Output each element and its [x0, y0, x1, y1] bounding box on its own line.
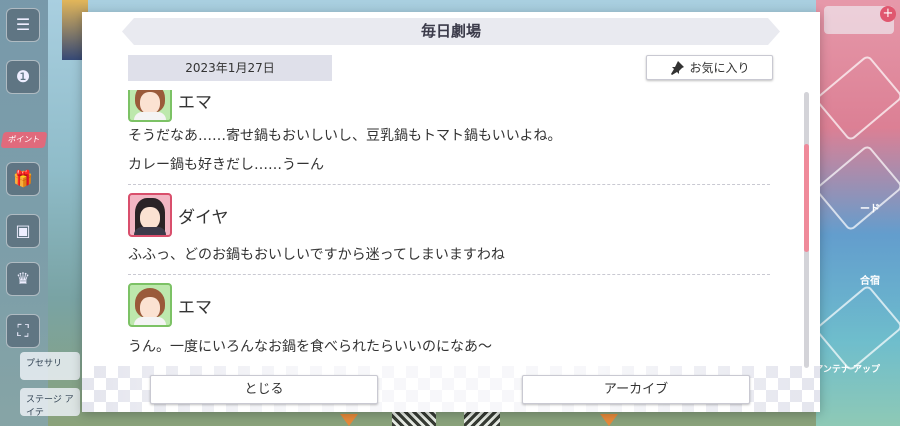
divider	[128, 274, 770, 275]
scrollbar[interactable]	[804, 92, 809, 368]
divider	[128, 184, 770, 185]
plus-icon[interactable]: +	[880, 6, 896, 22]
antenna-label: アンテナ アップ	[814, 365, 880, 375]
dia-avatar	[128, 193, 172, 237]
camp-label: 合宿	[860, 276, 880, 287]
speaker-name: エマ	[178, 92, 212, 113]
dialogue-line: カレー鍋も好きだし……うーん	[128, 157, 324, 173]
close-button[interactable]: とじる	[150, 375, 378, 404]
screen-icon[interactable]: ▣	[6, 214, 40, 248]
dialog-title: 毎日劇場	[420, 22, 481, 40]
ema-avatar	[128, 283, 172, 327]
archive-button[interactable]: アーカイブ	[522, 375, 750, 404]
daily-theater-dialog: 毎日劇場 2023年1月27日 お気に入り エマ そうだなあ……寄せ鍋もおいしい…	[82, 12, 820, 412]
favorite-label: お気に入り	[689, 61, 750, 75]
ema-avatar	[128, 90, 172, 122]
character-legs	[392, 410, 436, 426]
speaker-row: エマ	[128, 90, 770, 122]
speaker-name: エマ	[178, 297, 212, 318]
gift-icon[interactable]: 🎁	[6, 162, 40, 196]
trophy-icon[interactable]: ♛	[6, 262, 40, 296]
dialogue-line: うん。一度にいろんなお鍋を食べられたらいいのになあ～	[128, 339, 492, 355]
pennant-icon	[600, 414, 618, 426]
character-legs-2	[464, 410, 500, 426]
dialogue-line: ふふっ、どのお鍋もおいしいですから迷ってしまいますわね	[128, 247, 505, 263]
dialogue-log[interactable]: エマ そうだなあ……寄せ鍋もおいしいし、豆乳鍋もトマト鍋もいいよね。 カレー鍋も…	[128, 90, 770, 366]
speaker-name: ダイヤ	[178, 207, 229, 228]
pin-icon	[671, 60, 685, 75]
date-label: 2023年1月27日	[128, 55, 332, 81]
title-bar: 毎日劇場	[122, 18, 780, 45]
dialogue-entry: エマ そうだなあ……寄せ鍋もおいしいし、豆乳鍋もトマト鍋もいいよね。 カレー鍋も…	[128, 90, 770, 185]
right-card-label: ード	[860, 204, 880, 215]
speaker-row: ダイヤ	[128, 193, 770, 237]
dialogue-entry: エマ うん。一度にいろんなお鍋を食べられたらいいのになあ～	[128, 283, 770, 362]
speaker-row: エマ	[128, 283, 770, 327]
dialogue-line: そうだなあ……寄せ鍋もおいしいし、豆乳鍋もトマト鍋もいいよね。	[128, 128, 562, 144]
chat-icon[interactable]: ❶	[6, 60, 40, 94]
menu-icon[interactable]: ☰	[6, 8, 40, 42]
accessory-button[interactable]: プセサリ	[20, 352, 80, 380]
pennant-icon	[340, 414, 358, 426]
favorite-button[interactable]: お気に入り	[646, 55, 773, 80]
scrollbar-thumb[interactable]	[804, 144, 809, 252]
dialogue-entry: ダイヤ ふふっ、どのお鍋もおいしいですから迷ってしまいますわね	[128, 193, 770, 275]
fullscreen-icon[interactable]: ⛶	[6, 314, 40, 348]
stage-item-button[interactable]: ステージ アイテ	[20, 388, 80, 418]
point-tag: ポイント	[0, 132, 48, 148]
